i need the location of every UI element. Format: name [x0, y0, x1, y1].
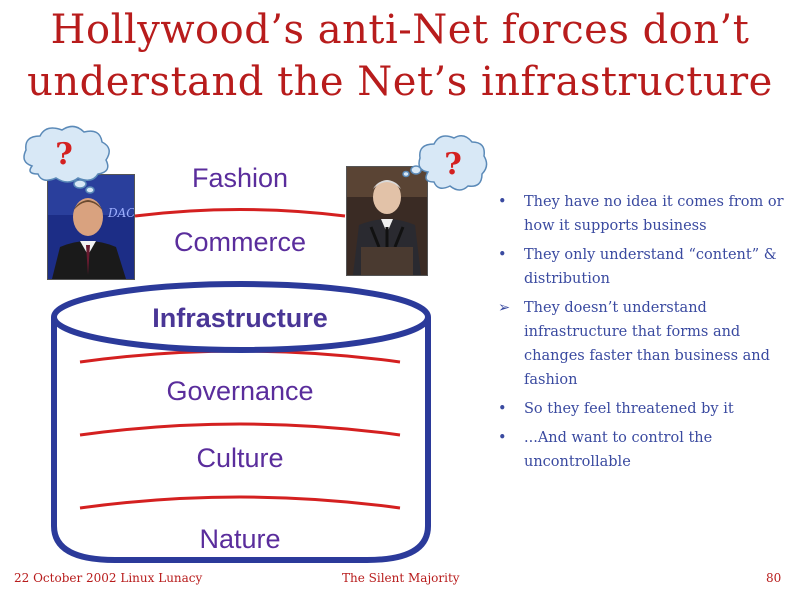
bullet-list: • They have no idea it comes from or how… [496, 190, 796, 479]
bullet-marker: • [498, 247, 507, 263]
divider-fashion-commerce [134, 208, 346, 218]
footer-section-title: The Silent Majority [342, 571, 460, 585]
question-mark-icon: ? [55, 137, 73, 172]
bullet-text: They doesn’t understand infrastructure t… [524, 300, 770, 388]
question-mark-icon: ? [444, 147, 462, 182]
divider-governance-culture [79, 422, 401, 437]
bullet-item: • So they feel threatened by it [496, 397, 796, 421]
thought-cloud-right: ? [402, 135, 488, 191]
layer-label-culture: Culture [196, 443, 283, 473]
page-number: 80 [766, 571, 782, 585]
divider-culture-nature [79, 495, 401, 510]
bullet-item: • ...And want to control the uncontrolla… [496, 426, 796, 474]
bullet-text: ...And want to control the uncontrollabl… [524, 430, 713, 470]
thought-cloud-left: ? [23, 125, 110, 194]
bullet-text: They have no idea it comes from or how i… [524, 194, 784, 234]
layer-label-infrastructure: Infrastructure [152, 303, 328, 333]
arrow-bullet-icon: ➢ [498, 300, 511, 316]
svg-text:DACT: DACT [107, 206, 135, 220]
bullet-text: They only understand “content” & distrib… [524, 247, 777, 287]
layer-label-commerce: Commerce [174, 227, 306, 257]
bullet-marker: • [498, 430, 507, 446]
layer-label-governance: Governance [166, 376, 313, 406]
bullet-item: • They only understand “content” & distr… [496, 243, 796, 291]
bullet-marker: • [498, 194, 507, 210]
bullet-item: ➢ They doesn’t understand infrastructure… [496, 296, 796, 392]
bullet-marker: • [498, 401, 507, 417]
bullet-item: • They have no idea it comes from or how… [496, 190, 796, 238]
footer-event: 22 October 2002 Linux Lunacy [14, 571, 203, 585]
layer-label-nature: Nature [199, 524, 280, 554]
layer-label-fashion: Fashion [192, 163, 288, 193]
bullet-text: So they feel threatened by it [524, 401, 734, 417]
